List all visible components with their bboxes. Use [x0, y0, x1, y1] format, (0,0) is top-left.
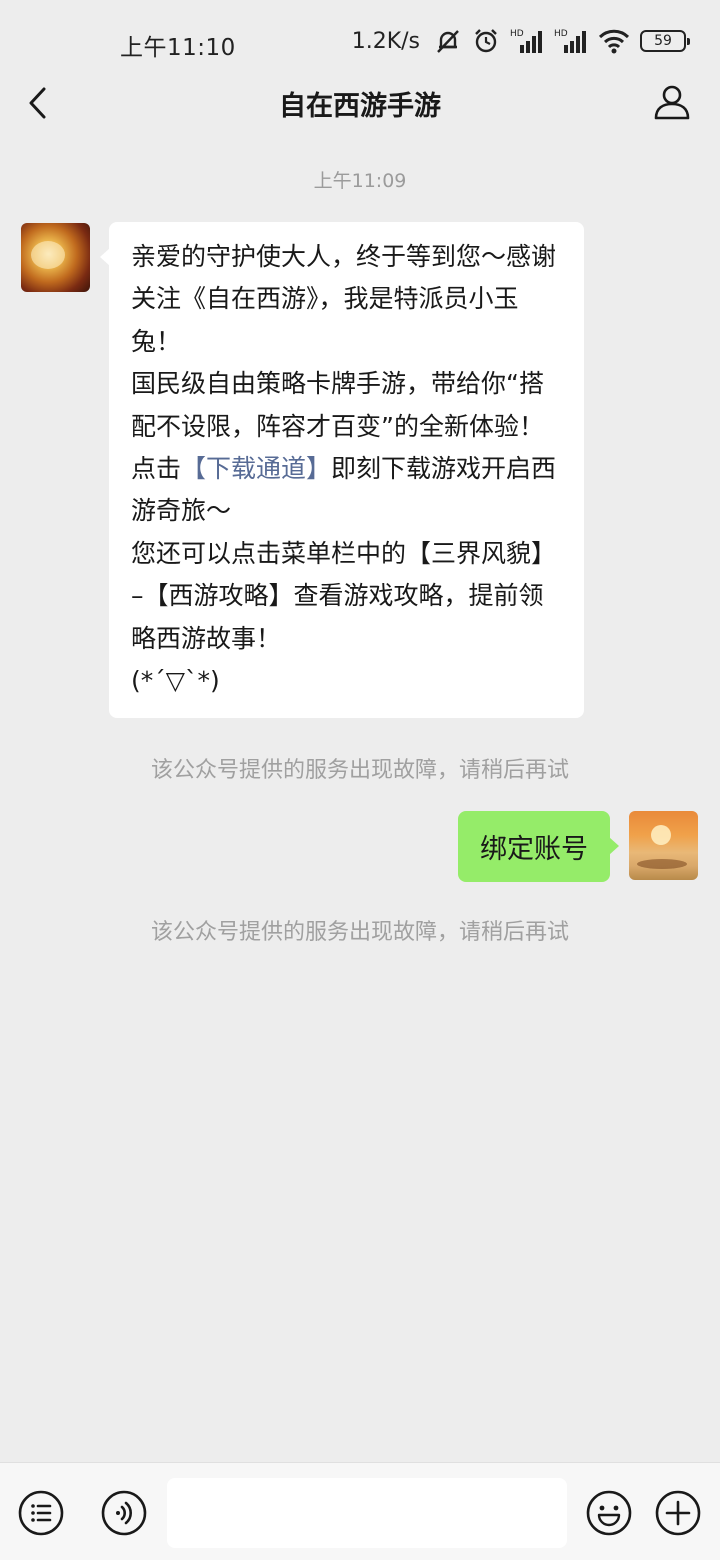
person-icon[interactable] [652, 82, 692, 122]
input-bar [0, 1462, 720, 1560]
message-paragraph: (*ˊ▽ˋ*) [131, 666, 220, 696]
list-menu-icon[interactable] [18, 1490, 64, 1536]
hd-signal-icon: HD [510, 29, 542, 53]
incoming-message-bubble[interactable]: 亲爱的守护使大人，终于等到您～感谢关注《自在西游》，我是特派员小玉兔！ 国民级自… [100, 222, 584, 719]
network-speed: 1.2K/s [351, 28, 420, 54]
chat-area[interactable]: 上午11:09 亲爱的守护使大人，终于等到您～感谢关注《自在西游》，我是特派员小… [0, 142, 720, 1462]
hd-signal-icon: HD [554, 29, 586, 53]
battery-icon: 59 [640, 30, 690, 52]
outgoing-message-bubble[interactable]: 绑定账号 [458, 811, 619, 882]
page-title: 自在西游手游 [279, 91, 441, 122]
emoji-icon[interactable] [586, 1490, 632, 1536]
voice-icon[interactable] [101, 1490, 147, 1536]
system-notice: 该公众号提供的服务出现故障，请稍后再试 [150, 920, 569, 945]
status-bar: 上午11:10 1.2K/s HD HD 59 [0, 0, 720, 82]
message-paragraph: 亲爱的守护使大人，终于等到您～感谢关注《自在西游》，我是特派员小玉兔！ [131, 242, 557, 356]
system-notice: 该公众号提供的服务出现故障，请稍后再试 [150, 758, 569, 783]
message-time: 上午11:09 [313, 170, 407, 192]
message-input[interactable] [167, 1478, 567, 1548]
official-account-avatar[interactable] [21, 223, 90, 292]
nav-bar: 自在西游手游 [0, 82, 720, 142]
alarm-icon [475, 29, 497, 53]
svg-text:HD: HD [510, 29, 524, 39]
svg-text:HD: HD [554, 29, 568, 39]
outgoing-message-text: 绑定账号 [480, 834, 588, 865]
status-icons: 1.2K/s HD HD 59 [351, 24, 690, 58]
plus-icon[interactable] [655, 1490, 701, 1536]
status-time: 上午11:10 [120, 35, 236, 61]
mute-bell-icon [437, 30, 459, 53]
wifi-icon [598, 29, 630, 54]
battery-level: 59 [654, 33, 672, 49]
message-paragraph: 国民级自由策略卡牌手游，带给你“搭配不设限，阵容才百变”的全新体验！点击【下载通… [131, 363, 564, 533]
user-avatar[interactable] [629, 811, 698, 880]
message-paragraph: 您还可以点击菜单栏中的【三界风貌】–【西游攻略】查看游戏攻略，提前领略西游故事！ [131, 538, 557, 653]
download-link[interactable]: 【下载通道】 [181, 454, 331, 483]
